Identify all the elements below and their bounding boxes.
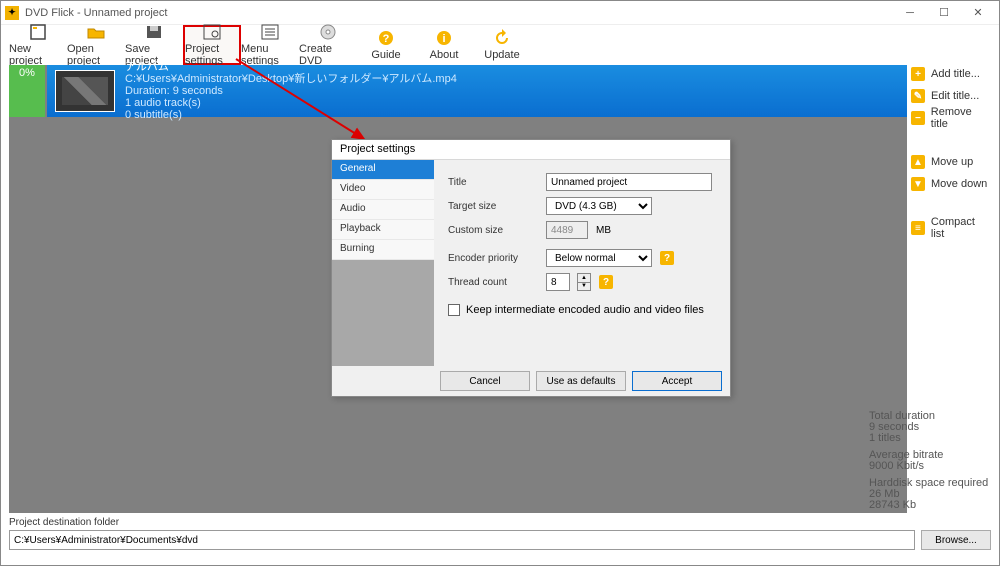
title-audio: 1 audio track(s) xyxy=(125,97,457,109)
titlebar: ✦ DVD Flick - Unnamed project ─ ☐ ✕ xyxy=(1,1,999,25)
custom-size-field xyxy=(546,221,588,239)
thread-count-label: Thread count xyxy=(448,277,538,288)
title-field-label: Title xyxy=(448,177,538,188)
minimize-button[interactable]: ─ xyxy=(893,2,927,24)
tb-label: Guide xyxy=(371,49,400,61)
project-stats: Total duration9 seconds1 titles Average … xyxy=(869,411,989,511)
list-icon: ≡ xyxy=(911,221,925,235)
sidebar: +Add title... ✎Edit title... −Remove tit… xyxy=(911,65,991,237)
about-button[interactable]: i About xyxy=(415,25,473,65)
tab-playback[interactable]: Playback xyxy=(332,220,434,240)
new-project-button[interactable]: New project xyxy=(9,25,67,65)
destination-input[interactable] xyxy=(9,530,915,550)
dialog-title: Project settings xyxy=(332,140,730,160)
title-info: アルバム C:¥Users¥Administrator¥Desktop¥新しいフ… xyxy=(125,61,457,121)
encoder-priority-label: Encoder priority xyxy=(448,253,538,264)
encoder-priority-select[interactable]: Below normal xyxy=(546,249,652,267)
target-size-label: Target size xyxy=(448,201,538,212)
save-project-button[interactable]: Save project xyxy=(125,25,183,65)
toolbar: New project Open project Save project Pr… xyxy=(1,25,999,65)
plus-icon: + xyxy=(911,67,925,81)
tab-audio[interactable]: Audio xyxy=(332,200,434,220)
tb-label: New project xyxy=(9,43,67,67)
window-title: DVD Flick - Unnamed project xyxy=(25,7,167,19)
progress-bar: 0% xyxy=(9,65,45,117)
checkbox-icon xyxy=(448,304,460,316)
app-icon: ✦ xyxy=(5,6,19,20)
svg-text:i: i xyxy=(442,33,445,45)
dialog-form: Title Target size DVD (4.3 GB) Custom si… xyxy=(434,160,730,366)
use-defaults-button[interactable]: Use as defaults xyxy=(536,371,626,391)
dialog-tabs: General Video Audio Playback Burning xyxy=(332,160,434,366)
svg-text:?: ? xyxy=(383,33,390,45)
move-down-button[interactable]: ▼Move down xyxy=(911,175,991,193)
guide-button[interactable]: ? Guide xyxy=(357,25,415,65)
tb-label: Open project xyxy=(67,43,125,67)
title-item[interactable]: アルバム C:¥Users¥Administrator¥Desktop¥新しいフ… xyxy=(47,65,907,117)
thread-spinner[interactable]: ▲▼ xyxy=(577,273,591,291)
remove-title-button[interactable]: −Remove title xyxy=(911,109,991,127)
custom-size-unit: MB xyxy=(596,225,611,236)
move-up-button[interactable]: ▲Move up xyxy=(911,153,991,171)
menu-settings-button[interactable]: Menu settings xyxy=(241,25,299,65)
browse-button[interactable]: Browse... xyxy=(921,530,991,550)
edit-icon: ✎ xyxy=(911,89,925,103)
project-settings-button[interactable]: Project settings xyxy=(183,25,241,65)
tab-general[interactable]: General xyxy=(332,160,434,180)
title-path: C:¥Users¥Administrator¥Desktop¥新しいフォルダー¥… xyxy=(125,73,457,85)
open-project-button[interactable]: Open project xyxy=(67,25,125,65)
arrow-up-icon: ▲ xyxy=(911,155,925,169)
help-icon[interactable]: ? xyxy=(599,275,613,289)
tab-burning[interactable]: Burning xyxy=(332,240,434,260)
keep-files-label: Keep intermediate encoded audio and vide… xyxy=(466,304,704,316)
dialog-footer: Cancel Use as defaults Accept xyxy=(332,366,730,396)
add-title-button[interactable]: +Add title... xyxy=(911,65,991,83)
update-button[interactable]: Update xyxy=(473,25,531,65)
title-name: アルバム xyxy=(125,61,457,73)
minus-icon: − xyxy=(911,111,925,125)
keep-files-checkbox[interactable]: Keep intermediate encoded audio and vide… xyxy=(448,304,716,316)
thread-count-field[interactable] xyxy=(546,273,570,291)
custom-size-label: Custom size xyxy=(448,225,538,236)
edit-title-button[interactable]: ✎Edit title... xyxy=(911,87,991,105)
help-icon[interactable]: ? xyxy=(660,251,674,265)
title-subs: 0 subtitle(s) xyxy=(125,109,457,121)
tb-label: About xyxy=(430,49,459,61)
create-dvd-button[interactable]: Create DVD xyxy=(299,25,357,65)
accept-button[interactable]: Accept xyxy=(632,371,722,391)
compact-list-button[interactable]: ≡Compact list xyxy=(911,219,991,237)
destination-label: Project destination folder xyxy=(9,517,991,528)
maximize-button[interactable]: ☐ xyxy=(927,2,961,24)
arrow-down-icon: ▼ xyxy=(911,177,925,191)
title-field[interactable] xyxy=(546,173,712,191)
project-settings-dialog: Project settings General Video Audio Pla… xyxy=(331,139,731,397)
tab-video[interactable]: Video xyxy=(332,180,434,200)
title-thumbnail xyxy=(55,70,115,112)
cancel-button[interactable]: Cancel xyxy=(440,371,530,391)
destination-bar: Project destination folder Browse... xyxy=(9,517,991,557)
title-duration: Duration: 9 seconds xyxy=(125,85,457,97)
target-size-select[interactable]: DVD (4.3 GB) xyxy=(546,197,652,215)
tb-label: Update xyxy=(484,49,519,61)
close-button[interactable]: ✕ xyxy=(961,2,995,24)
